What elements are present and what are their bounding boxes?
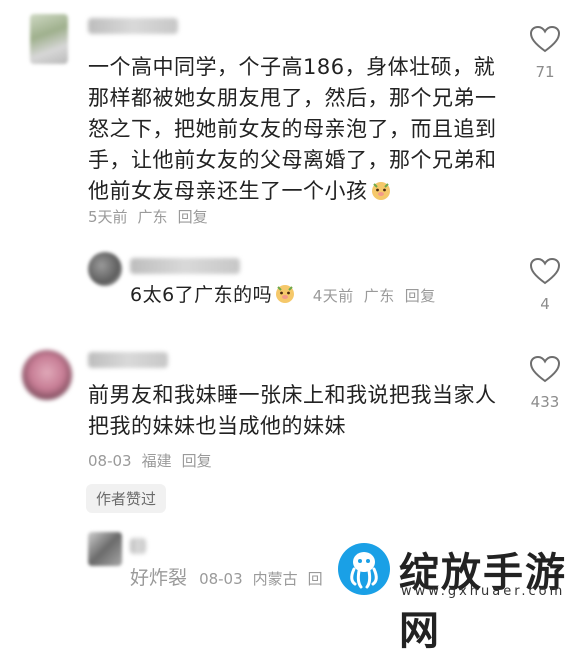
username[interactable] <box>88 352 168 368</box>
avatar[interactable] <box>88 532 122 566</box>
comment-location: 内蒙古 <box>252 570 298 588</box>
comment-time: 08-03 <box>88 452 132 470</box>
username[interactable] <box>130 258 240 274</box>
octopus-logo-icon <box>337 542 391 596</box>
reply-button[interactable]: 回复 <box>178 208 208 226</box>
comment-text: 6太6了广东的吗 4天前 广东 回复 <box>130 282 436 306</box>
watermark: 绽放手游网 www.gxhuaer.com <box>333 538 583 654</box>
watermark-url: www.gxhuaer.com <box>401 584 566 599</box>
comment-text: 好炸裂 08-03 内蒙古回 <box>130 567 323 589</box>
comment-text: 一个高中同学，个子高186，身体壮硕，就 那样都被她女朋友甩了，然后，那个兄弟一… <box>88 55 497 203</box>
reply-button[interactable]: 回复 <box>182 452 212 470</box>
comment-location: 广东 <box>137 208 168 226</box>
comment-time: 08-03 <box>199 570 243 588</box>
reply-button[interactable]: 回 <box>308 570 323 588</box>
reply-button[interactable]: 回复 <box>405 287 436 305</box>
heart-icon <box>530 356 560 383</box>
like-button[interactable]: 4 <box>525 258 565 313</box>
comment-text: 前男友和我妹睡一张床上和我说把我当家人 把我的妹妹也当成他的妹妹 <box>88 383 497 438</box>
like-button[interactable]: 433 <box>525 356 565 411</box>
heart-icon <box>530 26 560 53</box>
like-count: 4 <box>540 295 550 313</box>
like-button[interactable]: 71 <box>525 26 565 81</box>
comment-location: 广东 <box>363 287 395 305</box>
comment-meta: 5天前 广东 回复 <box>88 206 218 227</box>
avatar[interactable] <box>22 350 72 400</box>
pig-emoji-icon <box>370 179 392 201</box>
comment-location: 福建 <box>141 452 172 470</box>
avatar[interactable] <box>88 252 122 286</box>
pig-emoji-icon <box>274 282 296 304</box>
like-count: 71 <box>535 63 555 81</box>
avatar[interactable] <box>30 14 68 64</box>
username[interactable] <box>130 538 146 554</box>
comment-time: 4天前 <box>312 287 354 305</box>
comment-meta: 08-03 福建 回复 <box>88 450 222 471</box>
username[interactable] <box>88 18 178 34</box>
like-count: 433 <box>530 393 560 411</box>
comment-time: 5天前 <box>88 208 128 226</box>
heart-icon <box>530 258 560 285</box>
author-liked-badge: 作者赞过 <box>86 484 167 513</box>
